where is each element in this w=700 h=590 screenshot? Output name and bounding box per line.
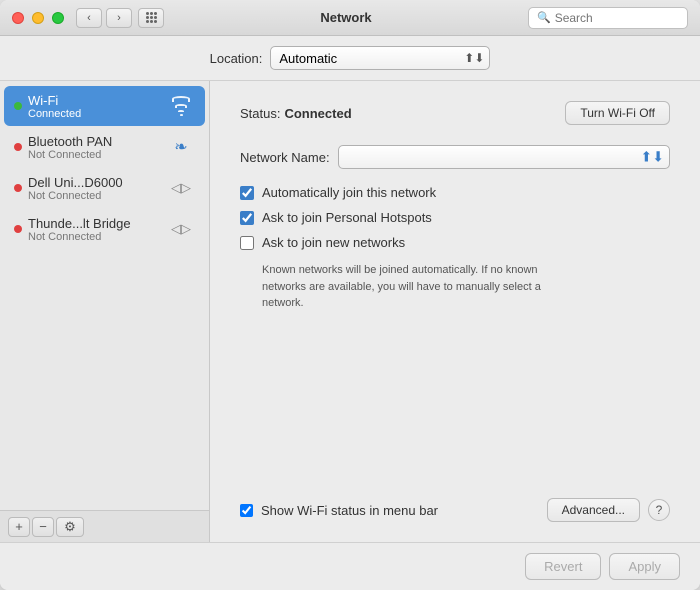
bottom-right-buttons: Advanced... ?	[547, 498, 670, 522]
window-title: Network	[164, 10, 528, 25]
search-input[interactable]	[555, 11, 675, 25]
location-bar: Location: Automatic Edit Locations... ⬆⬇	[0, 36, 700, 81]
minimize-button[interactable]	[32, 12, 44, 24]
note-text: Known networks will be joined automatica…	[262, 262, 582, 312]
help-button[interactable]: ?	[648, 499, 670, 521]
main-content: Wi-Fi Connected	[0, 81, 700, 542]
bluetooth-icon: ❧	[167, 133, 195, 161]
show-wifi-label: Show Wi-Fi status in menu bar	[261, 503, 438, 518]
checkbox-row-personal-hotspot: Ask to join Personal Hotspots	[240, 210, 670, 225]
network-name-label: Network Name:	[240, 150, 330, 165]
location-select-wrapper: Automatic Edit Locations... ⬆⬇	[270, 46, 490, 70]
checkbox-row-new-networks: Ask to join new networks	[240, 235, 670, 250]
status-label: Status:	[240, 106, 280, 121]
sidebar-item-status-wifi: Connected	[28, 108, 167, 120]
apply-button[interactable]: Apply	[609, 553, 680, 580]
close-button[interactable]	[12, 12, 24, 24]
right-panel: Status: Connected Turn Wi-Fi Off Network…	[210, 81, 700, 542]
action-bar: Revert Apply	[0, 542, 700, 590]
auto-join-checkbox[interactable]	[240, 186, 254, 200]
search-box[interactable]: 🔍	[528, 7, 688, 29]
status-row: Status: Connected Turn Wi-Fi Off	[240, 101, 670, 125]
titlebar: ‹ › Network 🔍	[0, 0, 700, 36]
revert-button[interactable]: Revert	[525, 553, 601, 580]
auto-join-label: Automatically join this network	[262, 185, 436, 200]
back-button[interactable]: ‹	[76, 8, 102, 28]
show-wifi-row: Show Wi-Fi status in menu bar	[240, 503, 547, 518]
sidebar: Wi-Fi Connected	[0, 81, 210, 542]
nav-buttons: ‹ ›	[76, 8, 132, 28]
status-dot-wifi	[14, 102, 22, 110]
window: ‹ › Network 🔍 Location: Automatic Edit L…	[0, 0, 700, 590]
location-label: Location:	[210, 51, 263, 66]
status-value: Connected	[284, 106, 565, 121]
wifi-waves-icon	[169, 96, 193, 116]
status-dot-dell	[14, 184, 22, 192]
sidebar-list: Wi-Fi Connected	[0, 81, 209, 510]
sidebar-item-bluetooth[interactable]: Bluetooth PAN Not Connected ❧	[4, 127, 205, 167]
sidebar-item-dell[interactable]: Dell Uni...D6000 Not Connected ◁▷	[4, 168, 205, 208]
search-icon: 🔍	[537, 11, 551, 24]
show-wifi-checkbox[interactable]	[240, 504, 253, 517]
traffic-lights	[12, 12, 64, 24]
personal-hotspot-checkbox[interactable]	[240, 211, 254, 225]
sidebar-item-wifi[interactable]: Wi-Fi Connected	[4, 86, 205, 126]
forward-button[interactable]: ›	[106, 8, 132, 28]
sidebar-item-name-wifi: Wi-Fi	[28, 93, 167, 108]
spacer	[240, 312, 670, 489]
turn-wifi-off-button[interactable]: Turn Wi-Fi Off	[565, 101, 670, 125]
status-dot-thunder	[14, 225, 22, 233]
checkbox-row-auto-join: Automatically join this network	[240, 185, 670, 200]
new-networks-checkbox[interactable]	[240, 236, 254, 250]
maximize-button[interactable]	[52, 12, 64, 24]
network-name-select-wrapper: ⬆⬇	[338, 145, 670, 169]
sidebar-toolbar: + − ⚙	[0, 510, 209, 542]
status-dot-bluetooth	[14, 143, 22, 151]
sidebar-item-name-dell: Dell Uni...D6000	[28, 175, 167, 190]
network-name-select[interactable]	[338, 145, 670, 169]
location-select[interactable]: Automatic Edit Locations...	[270, 46, 490, 70]
sidebar-item-status-thunder: Not Connected	[28, 231, 167, 243]
sidebar-item-name-bluetooth: Bluetooth PAN	[28, 134, 167, 149]
sidebar-item-status-bluetooth: Not Connected	[28, 149, 167, 161]
personal-hotspot-label: Ask to join Personal Hotspots	[262, 210, 432, 225]
wifi-icon	[167, 92, 195, 120]
sidebar-item-name-thunder: Thunde...lt Bridge	[28, 216, 167, 231]
sidebar-item-status-dell: Not Connected	[28, 190, 167, 202]
ethernet-icon-dell: ◁▷	[167, 174, 195, 202]
advanced-button[interactable]: Advanced...	[547, 498, 640, 522]
bottom-row: Show Wi-Fi status in menu bar Advanced..…	[240, 498, 670, 522]
ethernet-icon-thunder: ◁▷	[167, 215, 195, 243]
grid-icon	[146, 12, 157, 23]
network-name-row: Network Name: ⬆⬇	[240, 145, 670, 169]
remove-network-button[interactable]: −	[32, 517, 54, 537]
checkbox-group: Automatically join this network Ask to j…	[240, 185, 670, 250]
grid-button[interactable]	[138, 8, 164, 28]
new-networks-label: Ask to join new networks	[262, 235, 405, 250]
gear-button[interactable]: ⚙	[56, 517, 84, 537]
sidebar-item-thunder[interactable]: Thunde...lt Bridge Not Connected ◁▷	[4, 209, 205, 249]
add-network-button[interactable]: +	[8, 517, 30, 537]
